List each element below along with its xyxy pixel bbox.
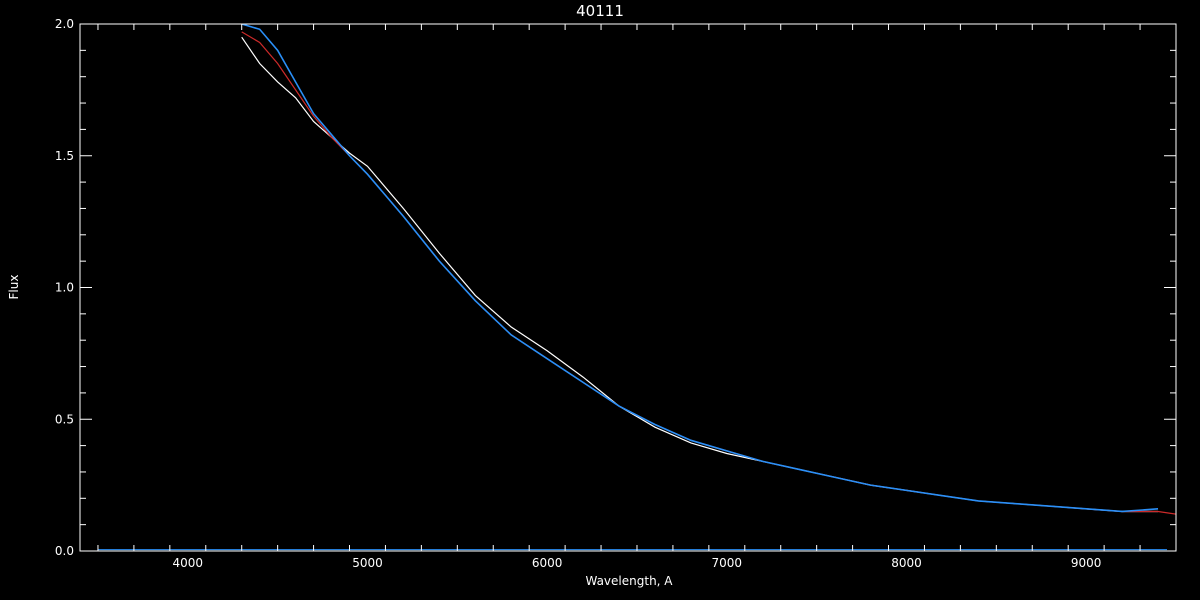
x-tick-label: 6000 xyxy=(532,556,563,570)
x-tick-label: 7000 xyxy=(712,556,743,570)
axis-ticks xyxy=(80,23,1177,552)
y-axis-label: Flux xyxy=(7,274,21,300)
plot-frame xyxy=(79,23,1177,552)
y-tick-label: 0.5 xyxy=(55,412,74,426)
series-line-3 xyxy=(241,24,1159,513)
x-tick-label: 4000 xyxy=(173,556,204,570)
series-line-1 xyxy=(241,36,1159,513)
x-tick-label: 8000 xyxy=(891,556,922,570)
plot-content xyxy=(97,24,1176,551)
x-axis-label: Wavelength, A xyxy=(585,574,673,588)
y-tick-label: 1.0 xyxy=(55,281,74,295)
y-tick-label: 1.5 xyxy=(55,149,74,163)
series-line-2 xyxy=(241,31,1176,515)
x-tick-label: 9000 xyxy=(1071,556,1102,570)
tick-labels: 4000 5000 6000 7000 8000 90000.00.51.01.52.0 xyxy=(55,17,1102,570)
spectrum-chart: 4000 5000 6000 7000 8000 90000.00.51.01.52.0 xyxy=(55,17,1177,570)
x-tick-label: 5000 xyxy=(352,556,383,570)
chart-title: 40111 xyxy=(576,2,624,20)
y-tick-label: 0.0 xyxy=(55,544,74,558)
